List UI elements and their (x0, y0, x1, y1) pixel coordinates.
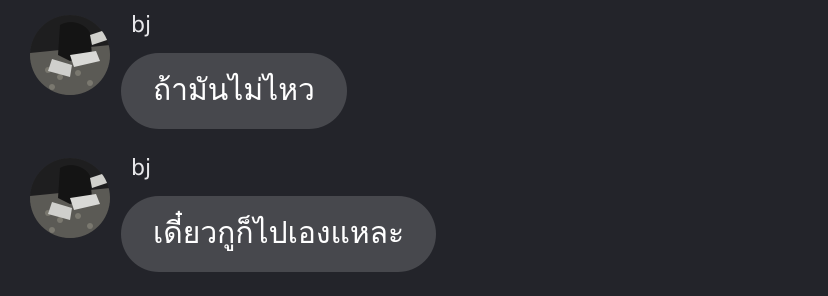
sender-name: bj (131, 156, 152, 181)
avatar[interactable] (30, 15, 110, 95)
avatar[interactable] (30, 158, 110, 238)
message-bubble[interactable]: เดี๋ยวกูก็ไปเองแหละ (121, 196, 437, 272)
avatar-photo-icon (30, 15, 110, 95)
chat-thread: bj ถ้ามันไม่ไหว bj เดี๋ยวกูก็ไปเองแหละ (0, 0, 828, 296)
avatar-photo-icon (30, 158, 110, 238)
message-bubble[interactable]: ถ้ามันไม่ไหว (121, 53, 347, 129)
sender-name: bj (131, 13, 152, 38)
